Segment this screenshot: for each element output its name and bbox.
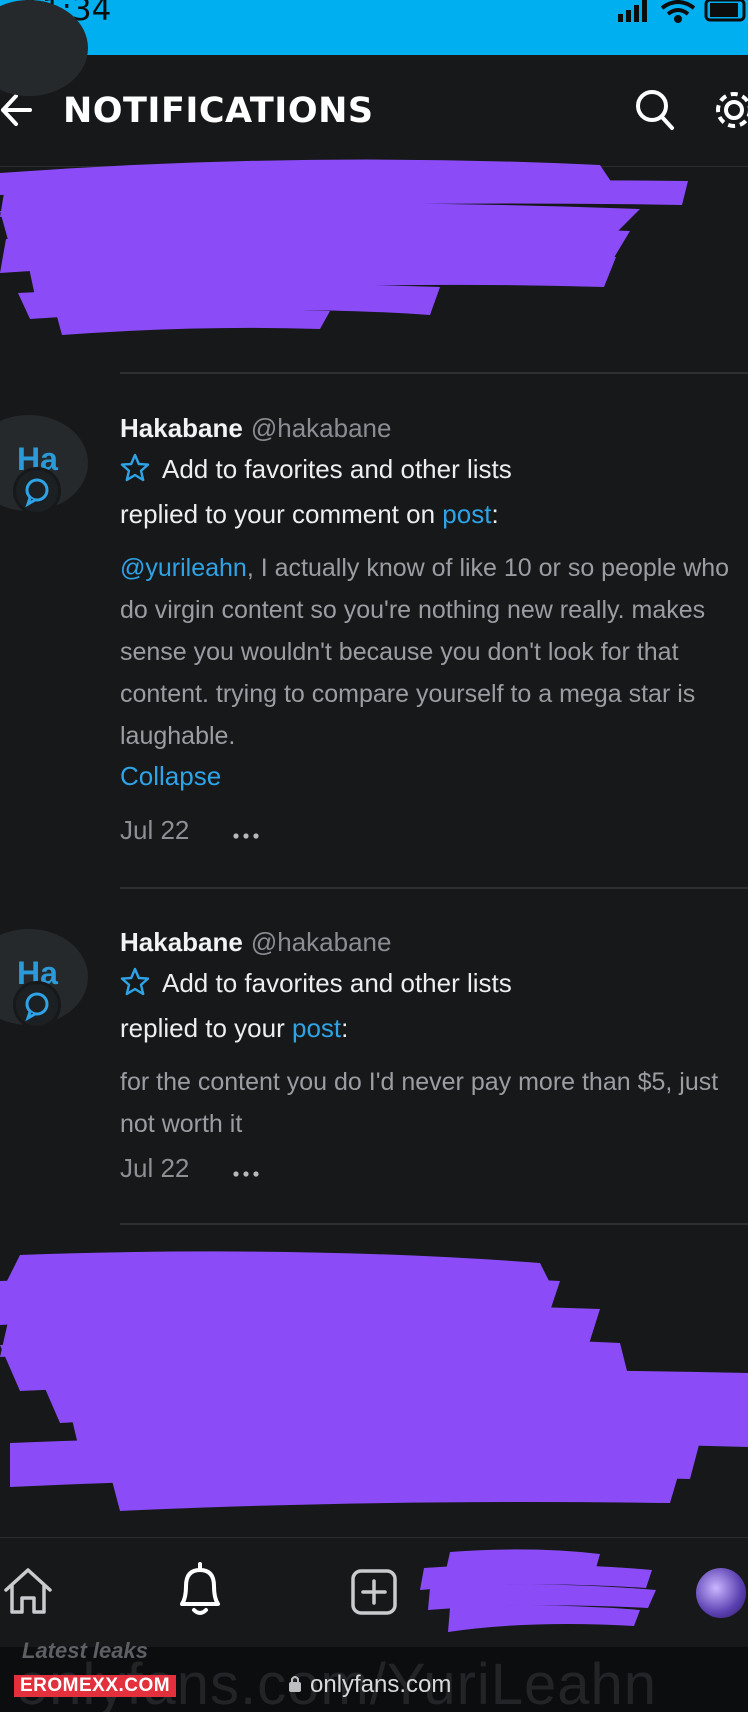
url-text: onlyfans.com (310, 1671, 451, 1699)
mention-link[interactable]: @yurileahn (120, 554, 247, 582)
comment-badge-icon (13, 981, 61, 1029)
add-to-favorites-button[interactable]: Add to favorites and other lists (120, 453, 512, 485)
profile-avatar[interactable] (696, 1568, 746, 1618)
comment-badge-icon (13, 467, 61, 515)
action-text: replied to your comment on (120, 499, 443, 529)
page-title: NOTIFICATIONS (63, 91, 374, 131)
lock-icon (289, 1676, 301, 1692)
notification-author[interactable]: Hakabane @hakabane (120, 927, 391, 958)
notification-author[interactable]: Hakabane @hakabane (120, 413, 391, 444)
notification-action: replied to your post: (120, 1013, 348, 1044)
url: onlyfans.com (310, 1671, 452, 1698)
post-link[interactable]: post (442, 499, 491, 529)
redaction-scribble-nav (420, 1549, 656, 1632)
notification-date: Jul 22 (120, 815, 190, 845)
status-bar: 11:34 (0, 0, 748, 55)
action-suffix: : (491, 499, 499, 529)
settings-gear-icon[interactable] (710, 86, 748, 134)
more-options-icon[interactable] (232, 1169, 260, 1179)
action-text: replied to your (120, 1013, 292, 1043)
search-icon[interactable] (634, 88, 676, 132)
star-icon (120, 967, 150, 996)
author-handle[interactable]: @hakabane (251, 413, 392, 443)
favorites-label: Add to favorites and other lists (162, 454, 512, 484)
bottom-nav (0, 1537, 748, 1647)
battery-icon (704, 0, 746, 22)
post-link[interactable]: post (292, 1013, 341, 1043)
add-to-favorites-button[interactable]: Add to favorites and other lists (120, 967, 512, 999)
wifi-icon (660, 0, 696, 23)
author-name[interactable]: Hakabane (120, 927, 243, 957)
status-icons (618, 0, 746, 23)
home-icon[interactable] (0, 1564, 56, 1618)
back-arrow-icon[interactable] (0, 90, 34, 130)
watermark-site-badge: EROMEXX.COM (14, 1675, 177, 1697)
signal-icon (618, 0, 647, 22)
more-options-icon[interactable] (232, 831, 260, 841)
star-icon (120, 453, 150, 482)
comment-text: @yurileahn, I actually know of like 10 o… (120, 547, 748, 757)
comment-body: , I actually know of like 10 or so peopl… (120, 554, 730, 750)
collapse-link[interactable]: Collapse (120, 761, 221, 792)
bell-icon[interactable] (172, 1560, 228, 1620)
redaction-scribble-top (0, 159, 688, 335)
action-suffix: : (341, 1013, 349, 1043)
author-name[interactable]: Hakabane (120, 413, 243, 443)
comment-body: for the content you do I'd never pay mor… (120, 1068, 719, 1138)
notification-date: Jul 22 (120, 1153, 190, 1183)
app-header: NOTIFICATIONS (0, 55, 748, 167)
watermark-latest-leaks: Latest leaks (22, 1638, 148, 1663)
favorites-label: Add to favorites and other lists (162, 968, 512, 998)
divider (120, 1223, 748, 1225)
notifications-list: Ha Hakabane @hakabane Add to favorites an… (0, 0, 748, 1537)
redaction-scribble-bottom (0, 1251, 748, 1511)
author-handle[interactable]: @hakabane (251, 927, 392, 957)
notification-action: replied to your comment on post: (120, 499, 499, 530)
divider (120, 887, 748, 889)
add-post-icon[interactable] (350, 1568, 398, 1616)
